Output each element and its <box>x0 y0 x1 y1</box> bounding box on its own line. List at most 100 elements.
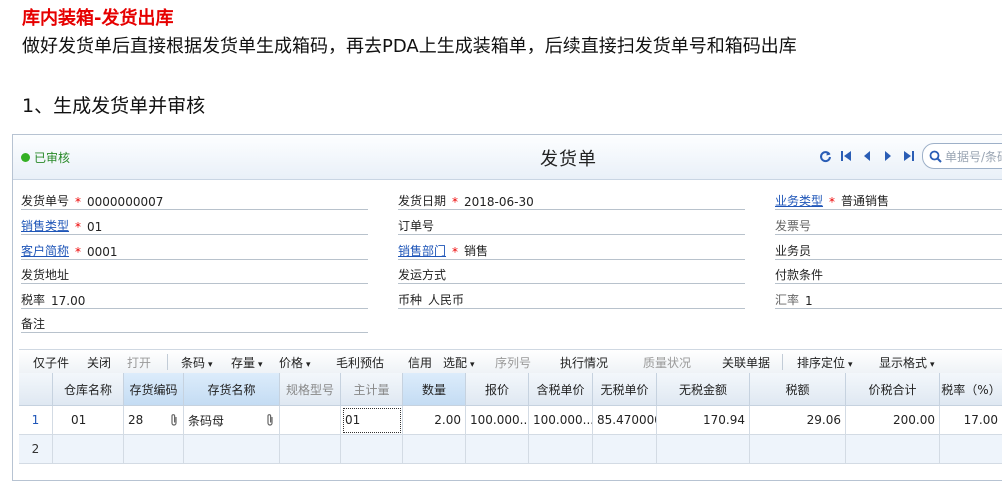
column-header[interactable]: 规格型号 <box>280 373 341 406</box>
chevron-down-icon: ▾ <box>306 360 311 370</box>
sort-label: 排序定位 <box>797 356 846 370</box>
sub-only-button[interactable]: 仅子件 <box>33 354 69 371</box>
first-record-icon[interactable] <box>839 148 853 164</box>
column-header[interactable]: 价税合计 <box>846 373 940 406</box>
stock-menu[interactable]: 存量 ▾ <box>231 354 263 371</box>
biz-type-label[interactable]: 业务类型 <box>775 192 823 209</box>
field-order-no[interactable]: 订单号 <box>398 216 745 235</box>
field-currency[interactable]: 币种 人民币 <box>398 290 745 309</box>
cell-total[interactable] <box>846 435 940 464</box>
field-invoice-no[interactable]: 发票号 <box>775 216 1002 235</box>
delivery-order-window: 已审核 发货单 单据号/条码 发货单号 <box>12 134 1002 481</box>
field-dept[interactable]: 销售部门 * 销售 <box>398 241 745 260</box>
margin-estimate-button[interactable]: 毛利预估 <box>336 354 384 371</box>
cell-code[interactable]: 28 <box>124 406 184 435</box>
detail-table: 仓库名称 存货编码 存货名称 规格型号 主计量 数量 报价 含税单价 无税单价 … <box>19 373 1002 480</box>
cell-spec[interactable] <box>280 406 341 435</box>
slide-description: 做好发货单后直接根据发货单生成箱码，再去PDA上生成装箱单，后续直接扫发货单号和… <box>22 36 797 57</box>
tax-rate-label: 税率 <box>21 293 46 307</box>
cell-unit[interactable] <box>341 435 403 464</box>
chevron-down-icon: ▾ <box>930 360 935 370</box>
exec-status-button[interactable]: 执行情况 <box>560 354 608 371</box>
column-header[interactable]: 仓库名称 <box>53 373 124 406</box>
field-address[interactable]: 发货地址 <box>21 265 368 284</box>
field-doc-no[interactable]: 发货单号 * 0000000007 <box>21 191 368 210</box>
close-button[interactable]: 关闭 <box>87 354 111 371</box>
related-docs-button[interactable]: 关联单据 <box>722 354 770 371</box>
paperclip-icon[interactable] <box>170 413 178 427</box>
dept-label[interactable]: 销售部门 <box>398 242 446 259</box>
last-record-icon[interactable] <box>902 148 916 164</box>
toolbar-divider <box>782 354 783 370</box>
cell-name[interactable] <box>184 435 280 464</box>
open-button[interactable]: 打开 <box>127 354 151 371</box>
cell-unit[interactable]: 01 <box>341 406 403 435</box>
column-header[interactable]: 主计量 <box>341 373 403 406</box>
pick-menu[interactable]: 选配 ▾ <box>443 354 475 371</box>
slide-title: 库内装箱-发货出库 <box>22 8 174 29</box>
column-header[interactable]: 存货编码 <box>124 373 184 406</box>
quality-button[interactable]: 质量状况 <box>643 354 691 371</box>
cell-tax-price[interactable]: 100.000... <box>529 406 593 435</box>
cell-tax[interactable]: 29.06 <box>750 406 846 435</box>
cell-warehouse[interactable]: 01 <box>53 406 124 435</box>
display-format-menu[interactable]: 显示格式 ▾ <box>879 354 935 371</box>
barcode-label: 条码 <box>181 356 206 370</box>
column-header[interactable]: 无税单价 <box>593 373 657 406</box>
cell-tax[interactable] <box>750 435 846 464</box>
refresh-icon[interactable] <box>818 148 832 164</box>
cell-warehouse[interactable] <box>53 435 124 464</box>
sale-type-label[interactable]: 销售类型 <box>21 217 69 234</box>
column-header[interactable]: 数量 <box>403 373 466 406</box>
cell-quote[interactable]: 100.000... <box>466 406 529 435</box>
field-remark[interactable]: 备注 <box>21 314 368 333</box>
chevron-down-icon: ▾ <box>258 360 263 370</box>
barcode-menu[interactable]: 条码 ▾ <box>181 354 213 371</box>
address-label: 发货地址 <box>21 268 70 282</box>
cell-qty[interactable]: 2.00 <box>403 406 466 435</box>
cell-code[interactable] <box>124 435 184 464</box>
cell-notax-amount[interactable] <box>657 435 750 464</box>
price-menu[interactable]: 价格 ▾ <box>279 354 311 371</box>
column-header[interactable]: 无税金额 <box>657 373 750 406</box>
sort-menu[interactable]: 排序定位 ▾ <box>797 354 853 371</box>
cell-name[interactable]: 条码母 <box>184 406 280 435</box>
next-record-icon[interactable] <box>881 148 895 164</box>
column-header[interactable]: 税额 <box>750 373 846 406</box>
search-input[interactable]: 单据号/条码 <box>922 143 1002 169</box>
field-customer[interactable]: 客户简称 * 0001 <box>21 241 368 260</box>
cell-rate[interactable]: 17.00 <box>940 406 1002 435</box>
cell-rate[interactable] <box>940 435 1002 464</box>
cell-tax-price[interactable] <box>529 435 593 464</box>
column-header[interactable]: 存货名称 <box>184 373 280 406</box>
serial-button[interactable]: 序列号 <box>495 354 531 371</box>
cell-notax-amount[interactable]: 170.94 <box>657 406 750 435</box>
cell-qty[interactable] <box>403 435 466 464</box>
column-header[interactable]: 含税单价 <box>529 373 593 406</box>
cell-notax-price[interactable]: 85.470000 <box>593 406 657 435</box>
prev-record-icon[interactable] <box>860 148 874 164</box>
customer-label[interactable]: 客户简称 <box>21 242 69 259</box>
field-sale-type[interactable]: 销售类型 * 01 <box>21 216 368 235</box>
credit-button[interactable]: 信用 <box>408 354 432 371</box>
chevron-down-icon: ▾ <box>470 360 475 370</box>
field-biz-type[interactable]: 业务类型 * 普通销售 <box>775 191 1002 210</box>
cell-quote[interactable] <box>466 435 529 464</box>
field-pay-terms[interactable]: 付款条件 <box>775 265 1002 284</box>
required-mark: * <box>452 195 459 209</box>
cell-notax-price[interactable] <box>593 435 657 464</box>
row-number: 1 <box>19 406 53 435</box>
field-exchange[interactable]: 汇率 1 <box>775 290 1002 309</box>
field-ship-method[interactable]: 发运方式 <box>398 265 745 284</box>
column-header[interactable]: 报价 <box>466 373 529 406</box>
page-title: 发货单 <box>540 149 597 170</box>
paperclip-icon[interactable] <box>266 413 274 427</box>
cell-total[interactable]: 200.00 <box>846 406 940 435</box>
field-tax-rate[interactable]: 税率 17.00 <box>21 290 368 309</box>
row-number: 2 <box>19 435 53 464</box>
display-format-label: 显示格式 <box>879 356 928 370</box>
cell-spec[interactable] <box>280 435 341 464</box>
column-header[interactable]: 税率（%） <box>940 373 1002 406</box>
field-salesman[interactable]: 业务员 <box>775 241 1002 260</box>
field-date[interactable]: 发货日期 * 2018-06-30 <box>398 191 745 210</box>
